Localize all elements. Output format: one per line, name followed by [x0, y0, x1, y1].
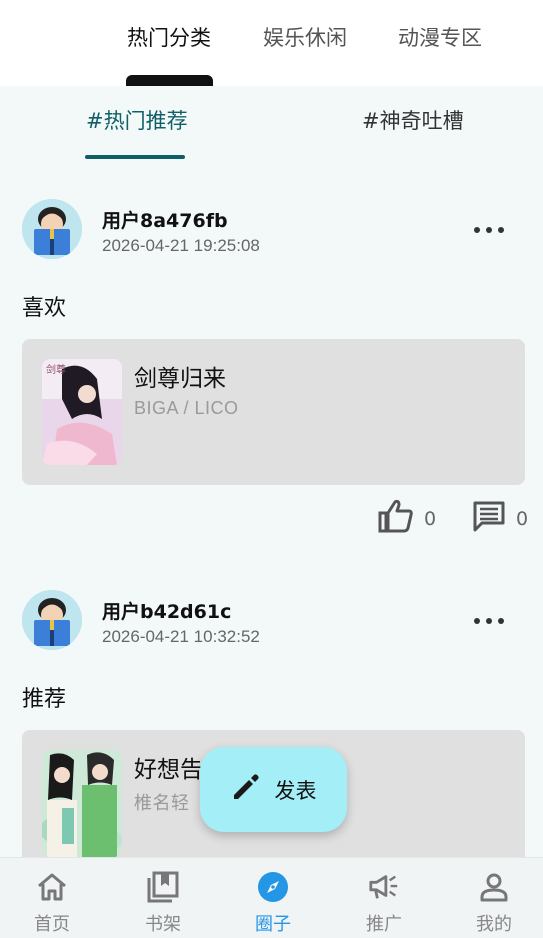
- post-time: 2026-04-21 10:32:52: [102, 627, 260, 646]
- nav-promote-label: 推广: [366, 914, 402, 935]
- more-options-icon[interactable]: [474, 611, 504, 631]
- book-title: 好想告: [134, 757, 203, 783]
- book-cover: 剑尊: [42, 359, 122, 465]
- tab-anime[interactable]: 动漫专区: [398, 22, 482, 62]
- tab-entertainment[interactable]: 娱乐休闲: [263, 22, 347, 62]
- compass-icon: [257, 871, 289, 903]
- svg-text:剑尊: 剑尊: [46, 363, 66, 376]
- comment-button[interactable]: 0: [472, 500, 528, 537]
- subtab-indicator: [85, 155, 185, 159]
- nav-mine-label: 我的: [476, 914, 512, 935]
- more-options-icon[interactable]: [474, 220, 504, 240]
- tab-hot-categories[interactable]: 热门分类: [127, 22, 211, 62]
- megaphone-icon: [368, 871, 400, 903]
- bottom-navigation: 首页 书架 圈子 推广 我的: [0, 857, 543, 938]
- book-title: 剑尊归来: [134, 366, 226, 392]
- thumbs-up-icon: [378, 499, 414, 538]
- comment-icon: [472, 500, 506, 537]
- home-icon: [36, 871, 68, 903]
- book-author: 椎名轻: [134, 793, 190, 813]
- book-card[interactable]: 剑尊 剑尊归来 BIGA / LICO: [22, 339, 525, 485]
- like-button[interactable]: 0: [378, 499, 436, 538]
- nav-home[interactable]: 首页: [0, 858, 106, 938]
- top-tab-indicator: [126, 75, 213, 86]
- post-time: 2026-04-21 19:25:08: [102, 236, 260, 255]
- book-cover: [42, 750, 122, 857]
- nav-home-label: 首页: [34, 914, 70, 935]
- nav-circle[interactable]: 圈子: [219, 858, 327, 938]
- subtab-roast[interactable]: #神奇吐槽: [362, 105, 464, 135]
- nav-mine[interactable]: 我的: [440, 858, 543, 938]
- post-username[interactable]: 用户b42d61c: [102, 597, 231, 624]
- nav-circle-label: 圈子: [255, 914, 291, 935]
- publish-fab[interactable]: 发表: [200, 747, 347, 832]
- person-icon: [478, 871, 510, 903]
- avatar[interactable]: [22, 199, 82, 259]
- pencil-icon: [231, 772, 261, 807]
- publish-label: 发表: [274, 778, 317, 803]
- bookshelf-icon: [147, 871, 179, 903]
- comment-count: 0: [516, 507, 529, 530]
- nav-promote[interactable]: 推广: [330, 858, 438, 938]
- post-content: 推荐: [22, 687, 67, 712]
- nav-bookshelf-label: 书架: [145, 914, 181, 935]
- post-content: 喜欢: [22, 296, 67, 321]
- book-author: BIGA / LICO: [134, 398, 239, 418]
- top-tab-bar: 热门分类 娱乐休闲 动漫专区: [0, 0, 543, 86]
- post-username[interactable]: 用户8a476fb: [102, 206, 228, 233]
- like-count: 0: [424, 507, 437, 530]
- nav-bookshelf[interactable]: 书架: [109, 858, 217, 938]
- subtab-hot-recommend[interactable]: #热门推荐: [86, 105, 188, 135]
- avatar[interactable]: [22, 590, 82, 650]
